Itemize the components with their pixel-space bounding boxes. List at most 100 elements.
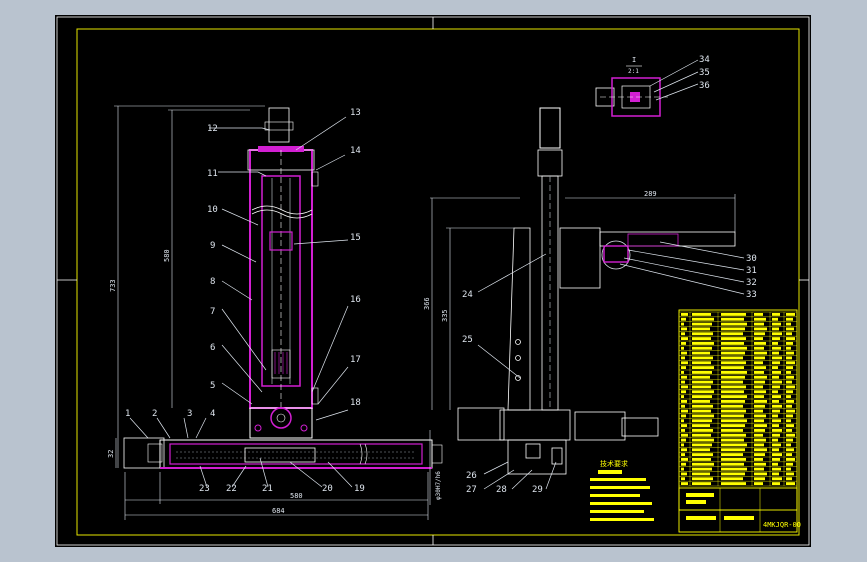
parts-cell-text	[692, 462, 714, 466]
parts-cell-text	[721, 472, 745, 476]
parts-cell-text	[692, 361, 711, 365]
parts-cell-text	[786, 438, 793, 442]
dim-733: 733	[109, 279, 117, 292]
parts-cell-text	[786, 443, 791, 447]
parts-cell-text	[721, 322, 747, 326]
parts-cell-text	[772, 361, 780, 365]
parts-cell-text	[692, 424, 710, 427]
parts-cell-text	[692, 482, 711, 485]
balloon-18: 18	[350, 398, 361, 408]
parts-cell-text	[772, 385, 780, 389]
parts-cell-text	[772, 472, 779, 476]
parts-cell-text	[754, 482, 763, 485]
parts-cell-text	[721, 429, 743, 432]
parts-cell-text	[754, 371, 764, 374]
balloon-16: 16	[350, 295, 361, 305]
parts-cell-text	[721, 395, 747, 398]
parts-cell-text	[786, 346, 791, 350]
balloon-30: 30	[746, 254, 757, 264]
parts-cell-text	[692, 395, 712, 398]
parts-cell-text	[772, 443, 781, 447]
parts-cell-text	[754, 351, 767, 355]
parts-cell-text	[772, 433, 780, 437]
dim-289: 289	[644, 190, 657, 198]
drawing-number: 4MKJQR-00	[763, 521, 801, 529]
parts-cell-text	[681, 462, 686, 466]
balloon-5: 5	[210, 381, 215, 391]
parts-cell-text	[772, 400, 779, 403]
parts-cell-text	[692, 371, 712, 374]
parts-cell-text	[786, 351, 794, 355]
parts-cell-text	[692, 317, 714, 321]
parts-cell-text	[754, 342, 766, 345]
parts-cell-text	[721, 375, 745, 379]
parts-cell-text	[772, 371, 781, 374]
parts-cell-text	[692, 477, 713, 481]
parts-cell-text	[754, 448, 767, 452]
parts-cell-text	[681, 453, 685, 456]
balloon-29: 29	[532, 485, 543, 495]
parts-cell-text	[681, 322, 684, 326]
parts-cell-text	[692, 322, 712, 326]
tech-notes-heading: 技术要求	[600, 459, 628, 468]
parts-cell-text	[754, 472, 767, 476]
parts-cell-text	[692, 385, 711, 389]
parts-cell-text	[786, 390, 793, 394]
parts-cell-text	[681, 366, 686, 369]
parts-cell-text	[754, 453, 765, 456]
balloon-33: 33	[746, 290, 757, 300]
balloon-34: 34	[699, 55, 710, 65]
parts-cell-text	[681, 327, 687, 331]
parts-cell-text	[692, 313, 711, 316]
parts-cell-text	[681, 429, 685, 432]
parts-cell-text	[721, 317, 744, 321]
parts-cell-text	[721, 443, 747, 447]
parts-cell-text	[786, 429, 792, 432]
parts-cell-text	[786, 342, 793, 345]
parts-cell-text	[681, 482, 688, 485]
parts-cell-text	[772, 380, 782, 384]
parts-cell-text	[721, 313, 746, 316]
parts-cell-text	[754, 433, 763, 437]
parts-cell-text	[772, 327, 779, 331]
parts-cell-text	[692, 327, 710, 331]
dim-684: 684	[272, 507, 285, 515]
parts-cell-text	[772, 424, 779, 427]
parts-cell-text	[721, 366, 744, 369]
parts-cell-text	[721, 462, 744, 466]
balloon-3: 3	[187, 409, 192, 419]
parts-cell-text	[786, 458, 795, 461]
parts-cell-text	[692, 400, 710, 403]
parts-cell-text	[754, 477, 765, 481]
parts-cell-text	[681, 380, 685, 384]
parts-cell-text	[692, 458, 711, 461]
parts-cell-text	[681, 342, 686, 345]
balloon-6: 6	[210, 343, 215, 353]
balloon-23: 23	[199, 484, 210, 494]
parts-cell-text	[786, 322, 791, 326]
parts-cell-text	[772, 313, 780, 316]
dim-580-vertical: 580	[163, 249, 171, 262]
parts-cell-text	[681, 351, 687, 355]
parts-cell-text	[681, 419, 684, 423]
parts-cell-text	[772, 467, 781, 471]
parts-cell-text	[786, 332, 792, 336]
balloon-19: 19	[354, 484, 365, 494]
parts-cell-text	[681, 467, 684, 471]
parts-cell-text	[721, 400, 745, 403]
balloon-12: 12	[207, 124, 218, 134]
parts-cell-text	[754, 385, 763, 389]
parts-cell-text	[721, 477, 743, 481]
parts-cell-text	[721, 356, 743, 360]
parts-cell-text	[772, 366, 778, 369]
parts-cell-text	[681, 472, 687, 476]
parts-cell-text	[754, 414, 766, 418]
parts-cell-text	[786, 317, 793, 321]
parts-cell-text	[721, 337, 746, 340]
parts-cell-text	[692, 346, 712, 350]
parts-cell-text	[772, 346, 781, 350]
balloon-31: 31	[746, 266, 757, 276]
parts-cell-text	[754, 395, 764, 398]
parts-cell-text	[772, 414, 778, 418]
balloon-14: 14	[350, 146, 361, 156]
